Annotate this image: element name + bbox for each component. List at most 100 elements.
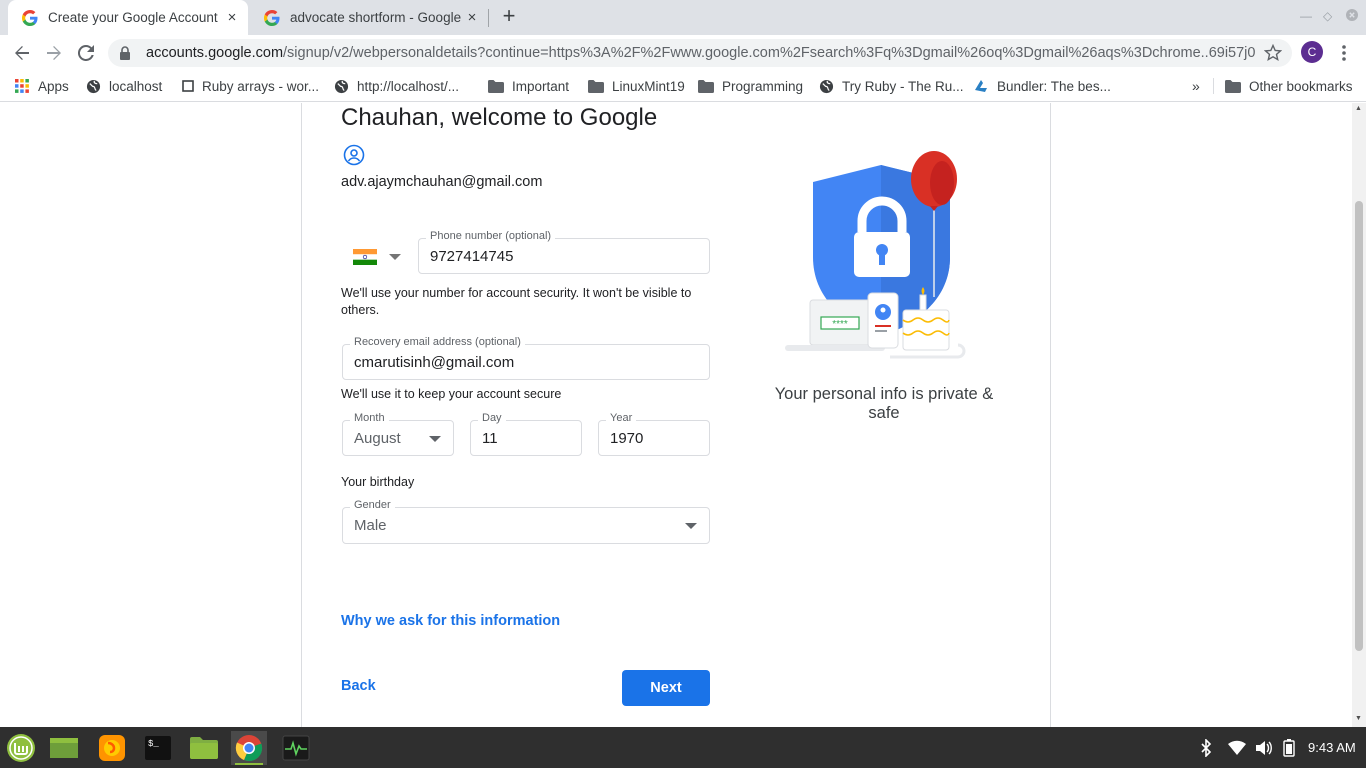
privacy-illustration: ****: [785, 151, 966, 359]
bookmarks-overflow-icon[interactable]: »: [1192, 78, 1200, 94]
chevron-down-icon: [685, 523, 697, 529]
page-title: Chauhan, welcome to Google: [341, 104, 658, 131]
folder-icon: [588, 79, 604, 93]
bookmark-label: localhost: [109, 78, 163, 94]
browser-toolbar: accounts.google.com/signup/v2/webpersona…: [0, 35, 1366, 70]
url-host: accounts.google.com: [146, 45, 284, 61]
bookmark-folder-other[interactable]: Other bookmarks: [1225, 76, 1353, 96]
privacy-caption: Your personal info is private & safe: [774, 385, 994, 422]
tab-title: advocate shortform - Google: [290, 10, 462, 25]
firefox-icon[interactable]: [94, 731, 130, 765]
globe-icon: [819, 79, 834, 93]
bookmark-label: Bundler: The bes...: [997, 78, 1111, 94]
forward-icon[interactable]: [42, 41, 66, 65]
bookmark-folder-programming[interactable]: Programming: [698, 76, 803, 96]
close-tab-icon[interactable]: ×: [464, 9, 480, 26]
svg-text:$_: $_: [148, 739, 159, 749]
india-flag-icon[interactable]: [353, 249, 377, 265]
bookmark-apps[interactable]: Apps: [14, 76, 69, 96]
clock[interactable]: 9:43 AM: [1308, 740, 1356, 755]
tab-divider: [488, 9, 489, 27]
folder-icon: [488, 79, 504, 93]
bookmark-folder-linuxmint19[interactable]: LinuxMint19: [588, 76, 685, 96]
month-label: Month: [350, 412, 389, 424]
battery-icon[interactable]: [1283, 739, 1295, 757]
profile-avatar[interactable]: C: [1301, 41, 1323, 63]
page-scrollbar[interactable]: ▲ ▼: [1352, 103, 1366, 727]
account-circle-icon: [343, 144, 365, 166]
google-icon: [264, 9, 280, 26]
tab-create-account[interactable]: Create your Google Account ×: [8, 0, 248, 35]
mint-menu-icon[interactable]: [3, 731, 39, 765]
year-value: 1970: [610, 430, 644, 447]
tab-strip: Create your Google Account × advocate sh…: [0, 0, 1366, 35]
bookmark-star-icon[interactable]: [1264, 44, 1282, 62]
bookmark-label: http://localhost/...: [357, 78, 460, 94]
day-field[interactable]: Day 11: [470, 412, 582, 456]
lock-icon[interactable]: [118, 46, 132, 60]
tab-title: Create your Google Account: [48, 10, 218, 25]
phone-label: Phone number (optional): [426, 230, 556, 242]
day-value: 11: [482, 430, 498, 447]
back-icon[interactable]: [10, 41, 34, 65]
page-icon: [182, 80, 194, 92]
bookmark-bundler[interactable]: Bundler: The bes...: [973, 76, 1111, 96]
bundler-icon: [975, 80, 987, 92]
close-window-icon[interactable]: [1346, 9, 1358, 21]
bluetooth-icon[interactable]: [1199, 739, 1213, 757]
day-label: Day: [478, 412, 506, 424]
show-desktop-icon[interactable]: [46, 731, 82, 765]
apps-grid-icon: [15, 79, 29, 93]
phone-field[interactable]: Phone number (optional) 9727414745: [418, 230, 710, 274]
back-button[interactable]: Back: [341, 678, 376, 694]
globe-icon: [86, 79, 101, 93]
why-we-ask-link[interactable]: Why we ask for this information: [341, 613, 560, 629]
minimize-icon[interactable]: —: [1300, 9, 1312, 23]
address-bar[interactable]: accounts.google.com/signup/v2/webpersona…: [108, 39, 1292, 67]
page-content: Chauhan, welcome to Google adv.ajaymchau…: [0, 103, 1352, 727]
phone-hint: We'll use your number for account securi…: [341, 286, 692, 317]
terminal-icon[interactable]: $_: [140, 731, 176, 765]
taskbar: $_ 9:43 AM: [0, 727, 1366, 768]
wifi-icon[interactable]: [1227, 739, 1247, 757]
system-monitor-icon[interactable]: [278, 731, 314, 765]
year-field[interactable]: Year 1970: [598, 412, 710, 456]
next-button[interactable]: Next: [622, 670, 710, 706]
globe-icon: [334, 79, 349, 93]
tab-google-search[interactable]: advocate shortform - Google ×: [250, 0, 488, 35]
bookmark-label: Apps: [38, 78, 69, 94]
bookmark-label: Important: [512, 78, 570, 94]
recovery-email-field[interactable]: Recovery email address (optional) cmarut…: [342, 336, 710, 380]
bookmark-localhost-2[interactable]: http://localhost/...: [334, 76, 459, 96]
url-text: accounts.google.com/signup/v2/webpersona…: [146, 45, 1256, 61]
recovery-email-value: cmarutisinh@gmail.com: [354, 354, 515, 371]
new-tab-button[interactable]: +: [498, 5, 520, 28]
bookmark-try-ruby[interactable]: Try Ruby - The Ru...: [819, 76, 964, 96]
chrome-taskbar-icon[interactable]: [231, 731, 267, 765]
bookmark-folder-important[interactable]: Important: [488, 76, 569, 96]
chevron-down-icon[interactable]: [389, 254, 401, 260]
files-icon[interactable]: [186, 731, 222, 765]
reload-icon[interactable]: [74, 41, 98, 65]
more-menu-icon[interactable]: [1338, 43, 1350, 63]
maximize-icon[interactable]: ◇: [1323, 9, 1332, 23]
month-value: August: [354, 430, 401, 447]
scroll-down-icon[interactable]: ▼: [1355, 715, 1362, 722]
scroll-up-icon[interactable]: ▲: [1355, 105, 1362, 112]
bookmark-localhost[interactable]: localhost: [86, 76, 162, 96]
bookmark-label: Ruby arrays - wor...: [202, 78, 320, 94]
bookmark-label: Other bookmarks: [1249, 78, 1353, 94]
birthday-hint: Your birthday: [341, 475, 415, 489]
close-tab-icon[interactable]: ×: [224, 9, 240, 26]
scrollbar-thumb[interactable]: [1355, 201, 1363, 651]
bookmarks-divider: [1213, 78, 1214, 94]
phone-device: [867, 292, 899, 349]
cake: [902, 309, 950, 351]
gender-value: Male: [354, 517, 387, 534]
gender-select[interactable]: Gender Male: [342, 499, 710, 544]
folder-icon: [698, 79, 714, 93]
bookmark-ruby-arrays[interactable]: Ruby arrays - wor...: [182, 76, 319, 96]
month-select[interactable]: Month August: [342, 412, 454, 456]
volume-icon[interactable]: [1255, 739, 1273, 757]
bookmark-label: Try Ruby - The Ru...: [842, 78, 964, 94]
